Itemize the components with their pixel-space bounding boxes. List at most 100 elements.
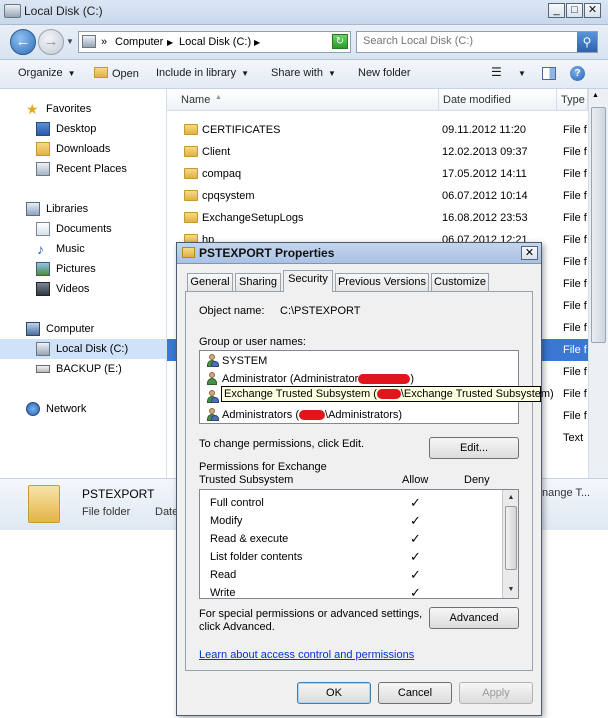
ok-button[interactable]: OK [297, 682, 371, 704]
libraries-icon [26, 202, 40, 216]
nav-libraries[interactable]: Libraries [0, 199, 166, 219]
help-icon[interactable]: ? [570, 66, 585, 81]
breadcrumb-arrow-icon[interactable]: ▶ [254, 38, 260, 47]
tab-general[interactable]: General [187, 273, 233, 291]
permissions-scrollbar[interactable]: ▲ ▼ [502, 490, 518, 598]
chevron-down-icon: ▼ [241, 69, 250, 78]
organize-button[interactable]: Organize ▼ [18, 67, 76, 79]
file-type: File f [563, 234, 587, 246]
maximize-button[interactable]: □ [566, 3, 583, 18]
scroll-up-icon[interactable]: ▲ [592, 92, 599, 99]
allow-check-icon: ✓ [410, 513, 421, 528]
column-header-name[interactable]: Name ▲ [167, 89, 439, 111]
nav-recent-places[interactable]: Recent Places [0, 159, 166, 179]
minimize-button[interactable]: _ [548, 3, 565, 18]
back-button[interactable]: ← [10, 29, 36, 55]
edit-button[interactable]: Edit... [429, 437, 519, 459]
scroll-up-icon[interactable]: ▲ [504, 491, 518, 505]
share-with-button[interactable]: Share with ▼ [271, 67, 336, 79]
file-type: File f [563, 278, 587, 290]
dialog-title-bar: PSTEXPORT Properties ✕ [177, 243, 541, 264]
nav-desktop[interactable]: Desktop [0, 119, 166, 139]
pictures-icon [36, 262, 50, 276]
new-folder-button[interactable]: New folder [358, 67, 411, 79]
group-user-label: Group or user names: [199, 336, 306, 348]
nav-pictures-label: Pictures [56, 263, 96, 275]
breadcrumb-arrow-icon[interactable]: ▶ [167, 38, 173, 47]
include-in-library-button[interactable]: Include in library ▼ [156, 67, 249, 79]
object-name-label: Object name: [199, 305, 265, 317]
scrollbar-thumb[interactable] [591, 107, 606, 343]
nav-downloads[interactable]: Downloads [0, 139, 166, 159]
folder-icon [184, 212, 198, 223]
file-name: Client [202, 146, 231, 158]
search-input[interactable] [363, 35, 573, 47]
nav-local-disk[interactable]: Local Disk (C:) [0, 339, 166, 359]
tab-previous-versions[interactable]: Previous Versions [335, 273, 429, 291]
file-row[interactable]: cpqsystem 06.07.2012 10:14 File f [167, 185, 588, 207]
scrollbar-thumb[interactable] [505, 506, 517, 570]
breadcrumb-computer[interactable]: Computer [115, 36, 163, 48]
preview-pane-icon[interactable] [542, 67, 556, 80]
details-date-label: Date [155, 506, 179, 518]
nav-computer[interactable]: Computer [0, 319, 166, 339]
file-date: 06.07.2012 10:14 [442, 190, 528, 202]
file-date: 17.05.2012 14:11 [442, 168, 527, 180]
user-name: Administrator (Administrator [222, 373, 359, 385]
share-label: Share with [271, 67, 323, 79]
folder-icon [184, 168, 198, 179]
search-icon[interactable]: ⚲ [577, 32, 597, 52]
file-name: CERTIFICATES [202, 124, 281, 136]
backup-drive-icon [36, 365, 50, 373]
recent-pages-chevron-icon[interactable]: ▼ [66, 37, 74, 46]
allow-check-icon: ✓ [410, 585, 421, 600]
refresh-icon[interactable]: ↻ [332, 34, 348, 49]
computer-icon [26, 322, 40, 336]
open-button[interactable]: Open [94, 67, 139, 80]
file-row[interactable]: Client 12.02.2013 09:37 File f [167, 141, 588, 163]
close-button[interactable]: ✕ [584, 3, 601, 18]
cancel-button[interactable]: Cancel [378, 682, 452, 704]
address-box[interactable]: » Computer ▶ Local Disk (C:) ▶ ▼ [78, 31, 399, 53]
column-header-type[interactable]: Type [557, 89, 588, 111]
file-row[interactable]: ExchangeSetupLogs 16.08.2012 23:53 File f [167, 207, 588, 229]
nav-local-disk-label: Local Disk (C:) [56, 343, 129, 355]
apply-button[interactable]: Apply [459, 682, 533, 704]
user-name-end: ) [410, 373, 414, 385]
file-list-scrollbar[interactable]: ▲ [588, 89, 608, 478]
permission-row: Modify ✓ [210, 512, 510, 530]
breadcrumb-local-disk[interactable]: Local Disk (C:) [179, 36, 251, 48]
permission-row: Read & execute ✓ [210, 530, 510, 548]
include-label: Include in library [156, 67, 237, 79]
forward-button[interactable]: → [38, 29, 64, 55]
music-icon: ♪ [37, 241, 44, 257]
nav-documents[interactable]: Documents [0, 219, 166, 239]
tab-customize[interactable]: Customize [431, 273, 489, 291]
nav-music[interactable]: ♪ Music [0, 239, 166, 259]
nav-favorites[interactable]: ★ Favorites [0, 99, 166, 119]
nav-network[interactable]: Network [0, 399, 166, 419]
tab-security[interactable]: Security [283, 270, 333, 292]
nav-downloads-label: Downloads [56, 143, 111, 155]
nav-pictures[interactable]: Pictures [0, 259, 166, 279]
chevron-down-icon: ▼ [327, 69, 336, 78]
close-icon[interactable]: ✕ [521, 246, 538, 260]
view-dropdown-icon[interactable]: ▼ [518, 69, 526, 78]
column-type-label: Type [561, 94, 585, 106]
user-row-administrators[interactable]: Administrators (\Administrators) [202, 406, 530, 424]
tab-sharing[interactable]: Sharing [235, 273, 281, 291]
learn-access-control-link[interactable]: Learn about access control and permissio… [199, 649, 414, 661]
folder-icon [184, 124, 198, 135]
file-row[interactable]: compaq 17.05.2012 14:11 File f [167, 163, 588, 185]
nav-backup[interactable]: BACKUP (E:) [0, 359, 166, 379]
user-row-system[interactable]: SYSTEM [202, 352, 530, 370]
recent-places-icon [36, 162, 50, 176]
view-options-icon[interactable]: ☰ [491, 65, 502, 79]
special-permissions-hint-line2: click Advanced. [199, 621, 275, 633]
breadcrumb-chevron[interactable]: » [101, 36, 107, 48]
advanced-button[interactable]: Advanced [429, 607, 519, 629]
nav-videos[interactable]: Videos [0, 279, 166, 299]
column-header-date[interactable]: Date modified [439, 89, 557, 111]
file-row[interactable]: CERTIFICATES 09.11.2012 11:20 File f [167, 119, 588, 141]
scroll-down-icon[interactable]: ▼ [504, 583, 518, 597]
